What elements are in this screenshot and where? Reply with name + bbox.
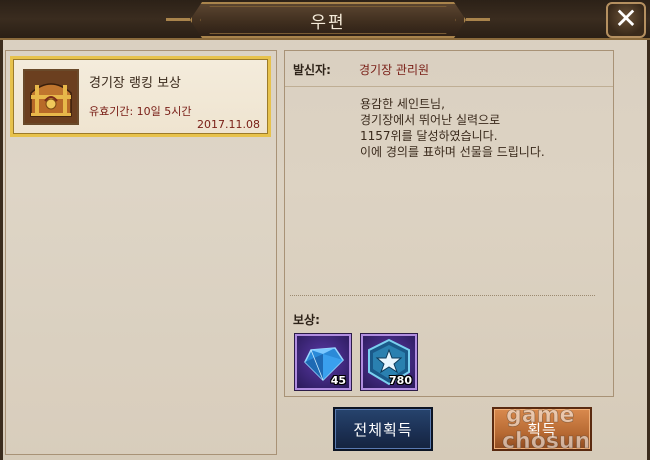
reward-slot-medal[interactable]: 780 xyxy=(361,334,417,390)
reward-divider xyxy=(290,295,595,296)
sender-name: 경기장 관리원 xyxy=(359,63,430,77)
window-title: 우편 xyxy=(310,13,346,33)
reward-count: 780 xyxy=(389,374,412,387)
mail-body-line: 이에 경의를 표하며 선물을 드립니다. xyxy=(360,145,545,159)
title-ornament-left xyxy=(166,18,190,21)
treasure-chest-icon xyxy=(23,69,79,125)
close-icon: ✕ xyxy=(614,2,638,35)
claim-button[interactable]: 획득 xyxy=(492,407,592,451)
sender-row: 발신자: 경기장 관리원 xyxy=(285,51,613,87)
title-ornament-right xyxy=(466,18,490,21)
mail-item-expiry: 유효기간: 10일 5시간 xyxy=(89,105,192,118)
reward-count: 45 xyxy=(330,374,346,387)
claim-all-button[interactable]: 전체획득 xyxy=(333,407,433,451)
close-button[interactable]: ✕ xyxy=(606,2,646,38)
mail-body-line: 1157위를 달성하였습니다. xyxy=(360,129,498,143)
mail-list-item[interactable]: 경기장 랭킹 보상 유효기간: 10일 5시간 2017.11.08 xyxy=(10,56,271,137)
reward-label: 보상: xyxy=(293,313,320,327)
mail-body-line: 용감한 세인트님, xyxy=(360,97,445,111)
mail-item-date: 2017.11.08 xyxy=(197,118,260,131)
sender-label: 발신자: xyxy=(293,63,331,77)
mail-body: 용감한 세인트님, 경기장에서 뛰어난 실력으로 1157위를 달성하였습니다.… xyxy=(360,96,600,160)
mail-item-title: 경기장 랭킹 보상 xyxy=(89,76,181,91)
reward-slot-diamond[interactable]: 45 xyxy=(295,334,351,390)
mail-body-line: 경기장에서 뛰어난 실력으로 xyxy=(360,113,501,127)
